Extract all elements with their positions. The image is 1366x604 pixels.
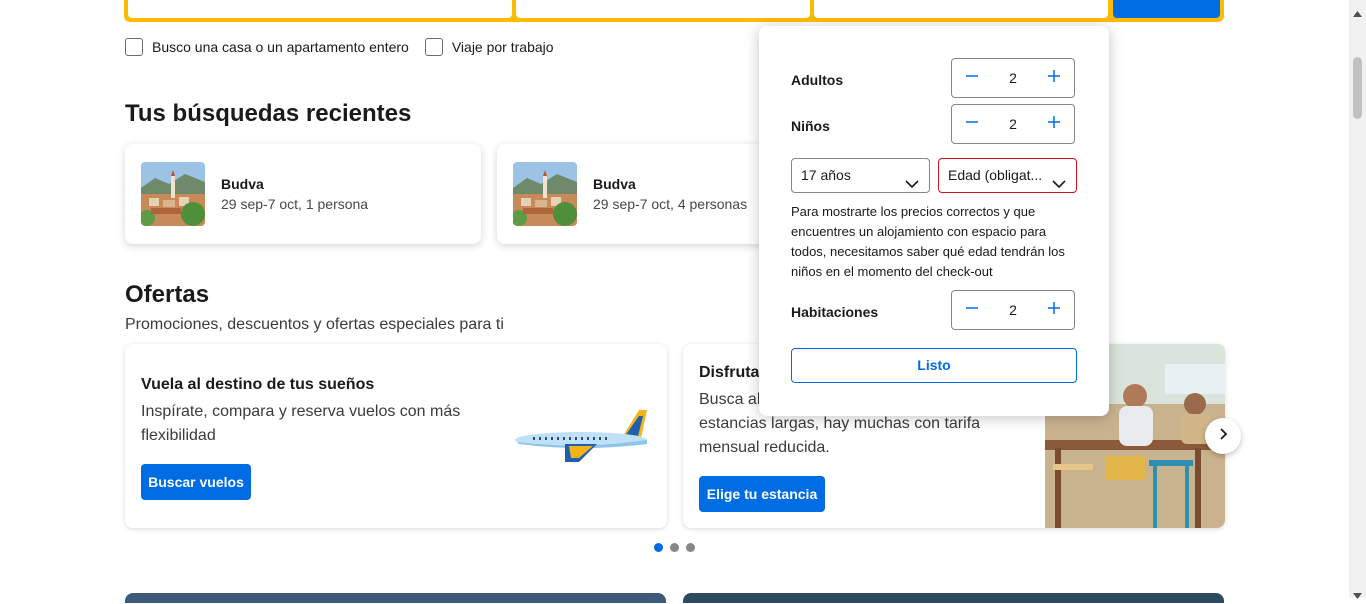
minus-icon: [965, 69, 979, 88]
destination-field[interactable]: [128, 0, 512, 18]
child-1-age-value: 17 años: [801, 167, 851, 183]
search-bar: [124, 0, 1224, 22]
destination-card-preview[interactable]: [683, 593, 1224, 603]
scroll-up-icon[interactable]: [1353, 4, 1362, 22]
recent-details: 29 sep-7 oct, 4 personas: [593, 196, 748, 212]
rooms-label: Habitaciones: [791, 304, 879, 320]
flights-offer-card: Vuela al destino de tus sueños Inspírate…: [125, 344, 667, 528]
offer-text-line: flexibilidad: [141, 427, 216, 444]
child-2-age-select[interactable]: Edad (obligat...: [938, 158, 1077, 193]
scroll-down-icon[interactable]: [1353, 586, 1362, 604]
search-filters: Busco una casa o un apartamento entero V…: [125, 38, 570, 56]
occupancy-popover: Adultos 2 Niños 2 17 años Edad (obligat.…: [759, 26, 1109, 416]
children-count: 2: [1009, 116, 1017, 132]
offers-subtitle: Promociones, descuentos y ofertas especi…: [125, 316, 504, 333]
occupancy-field[interactable]: [814, 0, 1108, 18]
offer-text-line: Inspírate, compara y reserva vuelos con …: [141, 403, 461, 420]
chevron-down-icon: [1052, 169, 1066, 202]
search-flights-button[interactable]: Buscar vuelos: [141, 464, 251, 500]
rooms-increase-button[interactable]: [1034, 291, 1074, 329]
dates-field[interactable]: [516, 0, 810, 18]
children-label: Niños: [791, 118, 830, 134]
chevron-right-icon: [1217, 427, 1229, 445]
plus-icon: [1047, 301, 1061, 320]
adults-label: Adultos: [791, 72, 844, 88]
children-stepper: 2: [951, 104, 1075, 144]
whole-home-label[interactable]: Busco una casa o un apartamento entero: [152, 39, 409, 55]
adults-increase-button[interactable]: [1034, 59, 1074, 97]
plus-icon: [1047, 69, 1061, 88]
rooms-count: 2: [1009, 302, 1017, 318]
offer-title: Vuela al destino de tus sueños: [141, 376, 375, 393]
whole-home-checkbox[interactable]: [125, 38, 143, 56]
search-button[interactable]: [1113, 0, 1220, 18]
scrollbar-thumb[interactable]: [1353, 57, 1362, 119]
offers-heading: Ofertas: [125, 281, 210, 308]
recent-searches-heading: Tus búsquedas recientes: [125, 100, 412, 127]
minus-icon: [965, 301, 979, 320]
adults-count: 2: [1009, 70, 1017, 86]
recent-destination: Budva: [221, 176, 264, 192]
recent-details: 29 sep-7 oct, 1 persona: [221, 196, 369, 212]
carousel-dot[interactable]: [670, 543, 679, 552]
budva-thumbnail: [513, 162, 577, 226]
carousel-dot[interactable]: [686, 543, 695, 552]
work-trip-checkbox[interactable]: [424, 38, 443, 56]
child-1-age-select[interactable]: 17 años: [791, 158, 930, 193]
plus-icon: [1047, 115, 1061, 134]
choose-stay-button[interactable]: Elige tu estancia: [699, 476, 825, 512]
destination-card-preview[interactable]: [125, 593, 666, 603]
budva-thumbnail: [141, 162, 205, 226]
adults-stepper: 2: [951, 58, 1075, 98]
carousel-dot[interactable]: [654, 543, 663, 552]
work-trip-label[interactable]: Viaje por trabajo: [452, 39, 554, 55]
rooms-stepper: 2: [951, 290, 1075, 330]
page-scrollbar[interactable]: [1349, 0, 1366, 599]
rooms-decrease-button[interactable]: [952, 291, 992, 329]
recent-destination: Budva: [593, 176, 636, 192]
children-increase-button[interactable]: [1034, 105, 1074, 143]
child-2-age-value: Edad (obligat...: [948, 167, 1043, 183]
offer-text-line: mensual reducida.: [699, 439, 830, 456]
adults-decrease-button[interactable]: [952, 59, 992, 97]
airplane-icon: [513, 406, 653, 471]
offer-title: Disfruta: [699, 364, 760, 381]
minus-icon: [965, 115, 979, 134]
children-age-info: Para mostrarte los precios correctos y q…: [791, 204, 1065, 279]
carousel-next-button[interactable]: [1205, 418, 1241, 454]
children-decrease-button[interactable]: [952, 105, 992, 143]
recent-search-card[interactable]: Budva 29 sep-7 oct, 1 persona: [125, 144, 481, 244]
done-button[interactable]: Listo: [791, 348, 1077, 383]
chevron-down-icon: [905, 169, 919, 202]
